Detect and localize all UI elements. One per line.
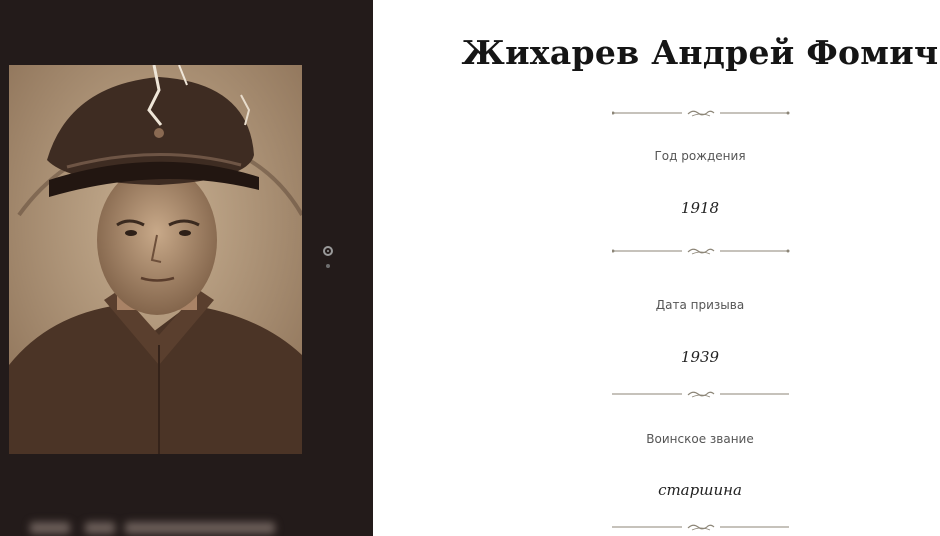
divider-ornament [612, 245, 790, 257]
conscription-date-label: Дата призыва [655, 298, 745, 312]
military-rank-label: Воинское звание [646, 432, 754, 446]
photo-panel [0, 0, 373, 536]
soldier-name: Жихарев Андрей Фомич [461, 33, 939, 72]
gallery-dot-active[interactable] [323, 246, 333, 256]
soldier-photo[interactable] [9, 65, 302, 454]
gallery-dot[interactable] [326, 264, 330, 268]
conscription-date-value: 1939 [680, 348, 720, 366]
divider-ornament [612, 521, 790, 533]
birth-year-value: 1918 [680, 199, 720, 217]
military-rank-value: старшина [658, 481, 742, 499]
divider-ornament [612, 107, 790, 119]
blurred-caption [30, 518, 280, 536]
divider-ornament [612, 388, 790, 400]
birth-year-label: Год рождения [654, 149, 746, 163]
